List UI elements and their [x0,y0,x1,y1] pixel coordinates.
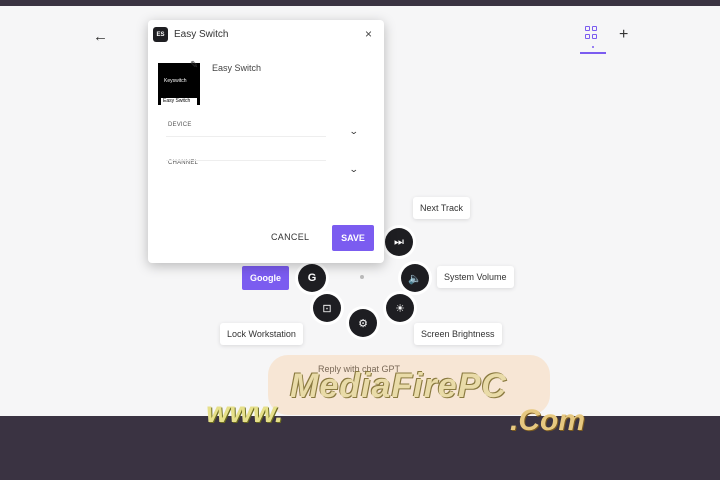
brightness-icon[interactable]: ☀ [386,294,414,322]
device-field-underline [166,136,326,137]
device-label: DEVICE [168,122,192,128]
action-name-field[interactable]: Easy Switch [212,63,261,73]
next-track-icon[interactable]: ⏭ [385,228,413,256]
chevron-down-icon[interactable]: ⌄ [349,126,359,137]
google-icon[interactable]: G [298,264,326,292]
bottom-bar [0,416,720,480]
app-badge: ES [153,27,168,42]
radial-center-dot [360,275,364,279]
chatgpt-icon[interactable]: ⚙ [349,309,377,337]
chevron-down-icon[interactable]: ⌄ [349,164,359,175]
cancel-button[interactable]: CANCEL [271,232,309,242]
dialog-title: Easy Switch [174,29,229,40]
action-label-screen-brightness[interactable]: Screen Brightness [414,323,502,345]
google-action-button[interactable]: Google [242,266,289,290]
volume-icon[interactable]: 🔈 [401,264,429,292]
close-icon[interactable]: × [365,27,372,41]
watermark-www-text: www. [206,396,284,429]
watermark-com-text: .Com [510,404,585,437]
pencil-icon[interactable]: ✎ [190,60,198,71]
action-label-next-track[interactable]: Next Track [413,197,471,219]
watermark-main-text: MediaFirePC [290,367,507,405]
lock-workstation-icon[interactable]: ⊡ [313,294,341,322]
channel-field-underline [166,160,326,161]
easy-switch-dialog: ES Easy Switch × Keyswitch Easy Switch ✎… [148,20,384,263]
thumbnail-bottom-text: Easy Switch [163,98,191,104]
active-indicator-dot [592,46,594,48]
thumbnail-top-text: Keyswitch [164,78,187,84]
active-tab-underline [580,52,606,54]
action-label-system-volume[interactable]: System Volume [437,266,514,288]
arrow-left-icon[interactable]: ← [93,28,108,45]
plus-icon[interactable]: + [619,26,628,44]
grid-icon[interactable] [585,26,599,40]
save-button[interactable]: SAVE [332,225,374,251]
action-label-lock-workstation[interactable]: Lock Workstation [220,323,303,345]
